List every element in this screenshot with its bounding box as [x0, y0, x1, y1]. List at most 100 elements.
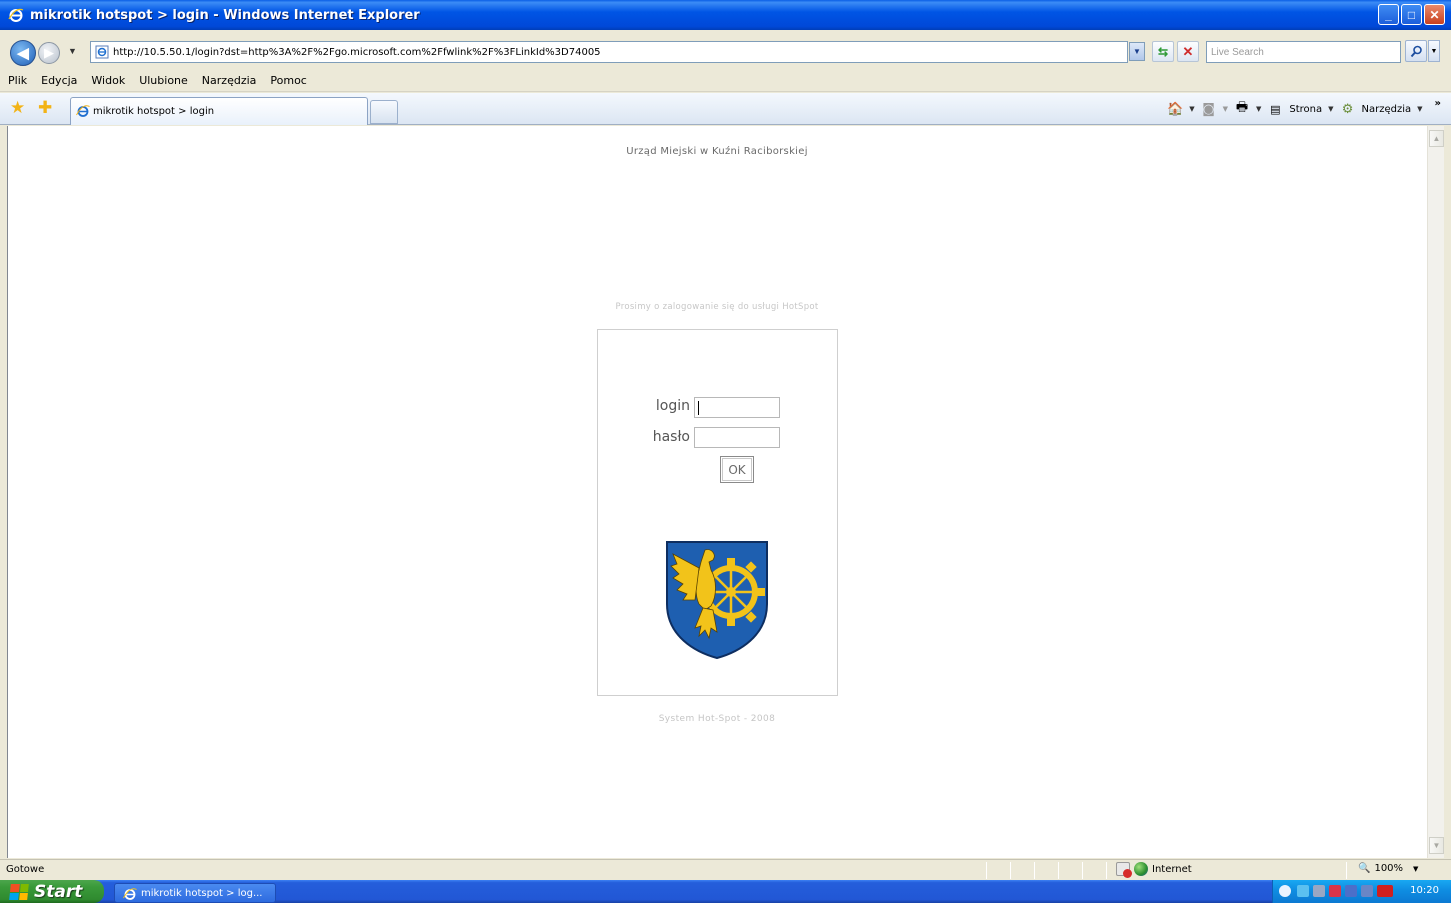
antivirus-icon[interactable] — [1329, 885, 1341, 897]
chevron-down-icon: ▼ — [1413, 864, 1419, 873]
refresh-icon: ⇆ — [1157, 44, 1169, 59]
ok-button-label: OK — [728, 462, 746, 477]
clock: 10:20 — [1410, 885, 1439, 896]
gear-icon[interactable]: ⚙ — [1340, 101, 1356, 117]
window-title: mikrotik hotspot > login - Windows Inter… — [30, 7, 420, 23]
password-input[interactable] — [694, 427, 780, 448]
chevron-down-icon: ▼ — [1430, 47, 1438, 55]
chevron-down-icon[interactable]: ▼ — [1417, 105, 1422, 113]
text-caret — [698, 401, 699, 415]
maximize-icon: □ — [1407, 7, 1416, 22]
recent-pages-dropdown[interactable]: ▼ — [68, 46, 77, 56]
status-separator — [1034, 862, 1035, 879]
back-button[interactable]: ◀ — [10, 40, 36, 66]
print-icon[interactable]: 🖶 — [1234, 100, 1250, 117]
system-tray: 10:20 — [1272, 880, 1451, 903]
search-button[interactable] — [1405, 40, 1427, 62]
status-bar: Gotowe Internet 🔍 100% ▼ — [0, 859, 1451, 880]
vertical-scrollbar[interactable]: ▲ ▼ — [1427, 126, 1444, 858]
chevron-down-icon: ▼ — [68, 46, 77, 56]
zoom-control[interactable]: 🔍 100% ▼ — [1358, 863, 1418, 874]
tools-menu-button[interactable]: Narzędzia — [1362, 104, 1412, 115]
title-bar[interactable]: mikrotik hotspot > login - Windows Inter… — [0, 0, 1451, 30]
zone-label: Internet — [1152, 863, 1192, 875]
browser-window: mikrotik hotspot > login - Windows Inter… — [0, 0, 1451, 903]
status-separator — [1106, 862, 1107, 879]
chevron-down-icon: ▼ — [1133, 47, 1141, 56]
status-separator — [1082, 862, 1083, 879]
chevron-down-icon: ▼ — [1432, 841, 1441, 850]
network-icon[interactable] — [1297, 885, 1309, 897]
search-icon — [1410, 45, 1422, 57]
page-menu-icon[interactable]: ▤ — [1267, 101, 1283, 117]
menu-bar: Plik Edycja Widok Ulubione Narzędzia Pom… — [0, 70, 1451, 92]
back-arrow-icon: ◀ — [17, 45, 29, 62]
add-to-favorites-button[interactable]: ✚ — [38, 99, 56, 117]
home-icon[interactable]: 🏠 — [1167, 101, 1183, 117]
menu-item-plik[interactable]: Plik — [8, 74, 27, 87]
tab-label: mikrotik hotspot > login — [93, 106, 215, 117]
minimize-button[interactable]: _ — [1378, 4, 1399, 25]
login-label: login — [655, 398, 690, 414]
menu-item-ulubione[interactable]: Ulubione — [139, 74, 188, 87]
start-label: Start — [34, 881, 83, 902]
menu-item-edycja[interactable]: Edycja — [41, 74, 77, 87]
page-footer: System Hot-Spot - 2008 — [658, 714, 776, 724]
display-icon[interactable] — [1361, 885, 1373, 897]
minimize-icon: _ — [1385, 7, 1392, 22]
login-prompt: Prosimy o zalogowanie się do usługi HotS… — [615, 302, 819, 312]
scroll-down-button[interactable]: ▼ — [1429, 837, 1444, 854]
favorites-center-button[interactable]: ★ — [10, 99, 28, 117]
status-separator — [1010, 862, 1011, 879]
search-placeholder: Live Search — [1211, 46, 1264, 58]
address-field[interactable]: http://10.5.50.1/login?dst=http%3A%2F%2F… — [90, 41, 1128, 63]
close-button[interactable]: ✕ — [1424, 4, 1445, 25]
organization-name: Urząd Miejski w Kuźni Raciborskiej — [626, 146, 808, 157]
start-button[interactable]: Start — [0, 880, 104, 903]
status-separator — [986, 862, 987, 879]
star-icon: ★ — [10, 98, 26, 117]
security-zone[interactable]: Internet — [1116, 862, 1192, 878]
password-label: hasło — [652, 429, 690, 445]
scroll-up-button[interactable]: ▲ — [1429, 130, 1444, 147]
internet-zone-icon — [1134, 862, 1148, 876]
chevron-down-icon[interactable]: ▼ — [1223, 105, 1228, 113]
close-icon: ✕ — [1429, 7, 1440, 22]
address-dropdown-button[interactable]: ▼ — [1129, 42, 1145, 61]
feeds-icon[interactable]: ◙ — [1201, 101, 1217, 117]
menu-item-narzedzia[interactable]: Narzędzia — [202, 74, 257, 87]
chevron-down-icon[interactable]: ▼ — [1256, 105, 1261, 113]
forward-button[interactable]: ▶ — [38, 42, 60, 64]
chevron-down-icon[interactable]: ▼ — [1328, 105, 1333, 113]
stop-button[interactable]: ✕ — [1177, 41, 1199, 62]
tray-expand-icon[interactable] — [1279, 885, 1291, 897]
maximize-button[interactable]: □ — [1401, 4, 1422, 25]
address-url: http://10.5.50.1/login?dst=http%3A%2F%2F… — [113, 46, 601, 58]
new-tab-button[interactable] — [370, 100, 398, 124]
ok-button[interactable]: OK — [720, 456, 754, 483]
menu-item-widok[interactable]: Widok — [91, 74, 125, 87]
tab-mikrotik-login[interactable]: mikrotik hotspot > login — [70, 97, 368, 125]
page-icon — [95, 45, 109, 59]
protected-mode-icon — [1116, 862, 1132, 878]
menu-item-pomoc[interactable]: Pomoc — [270, 74, 306, 87]
page-menu-button[interactable]: Strona — [1289, 104, 1322, 115]
magnifier-icon: 🔍 — [1358, 863, 1371, 874]
search-provider-dropdown[interactable]: ▼ — [1428, 40, 1440, 62]
stop-icon: ✕ — [1182, 43, 1194, 59]
status-text: Gotowe — [6, 864, 45, 875]
refresh-button[interactable]: ⇆ — [1152, 41, 1174, 62]
taskbar-window-label: mikrotik hotspot > log... — [141, 887, 263, 899]
add-favorite-icon: ✚ — [38, 98, 53, 117]
ati-icon[interactable] — [1377, 885, 1393, 897]
device-icon[interactable] — [1345, 885, 1357, 897]
volume-icon[interactable] — [1313, 885, 1325, 897]
login-input[interactable] — [694, 397, 780, 418]
ie-logo-icon — [8, 8, 24, 22]
command-bar: 🏠 ▼ ◙ ▼ 🖶 ▼ ▤ Strona ▼ ⚙ Narzędzia ▼ » — [1167, 98, 1441, 119]
ie-page-icon — [123, 888, 137, 900]
taskbar-window-button[interactable]: mikrotik hotspot > log... — [114, 883, 276, 903]
more-commands-chevron[interactable]: » — [1435, 98, 1441, 109]
search-input[interactable]: Live Search — [1206, 41, 1401, 63]
chevron-down-icon[interactable]: ▼ — [1189, 105, 1194, 113]
